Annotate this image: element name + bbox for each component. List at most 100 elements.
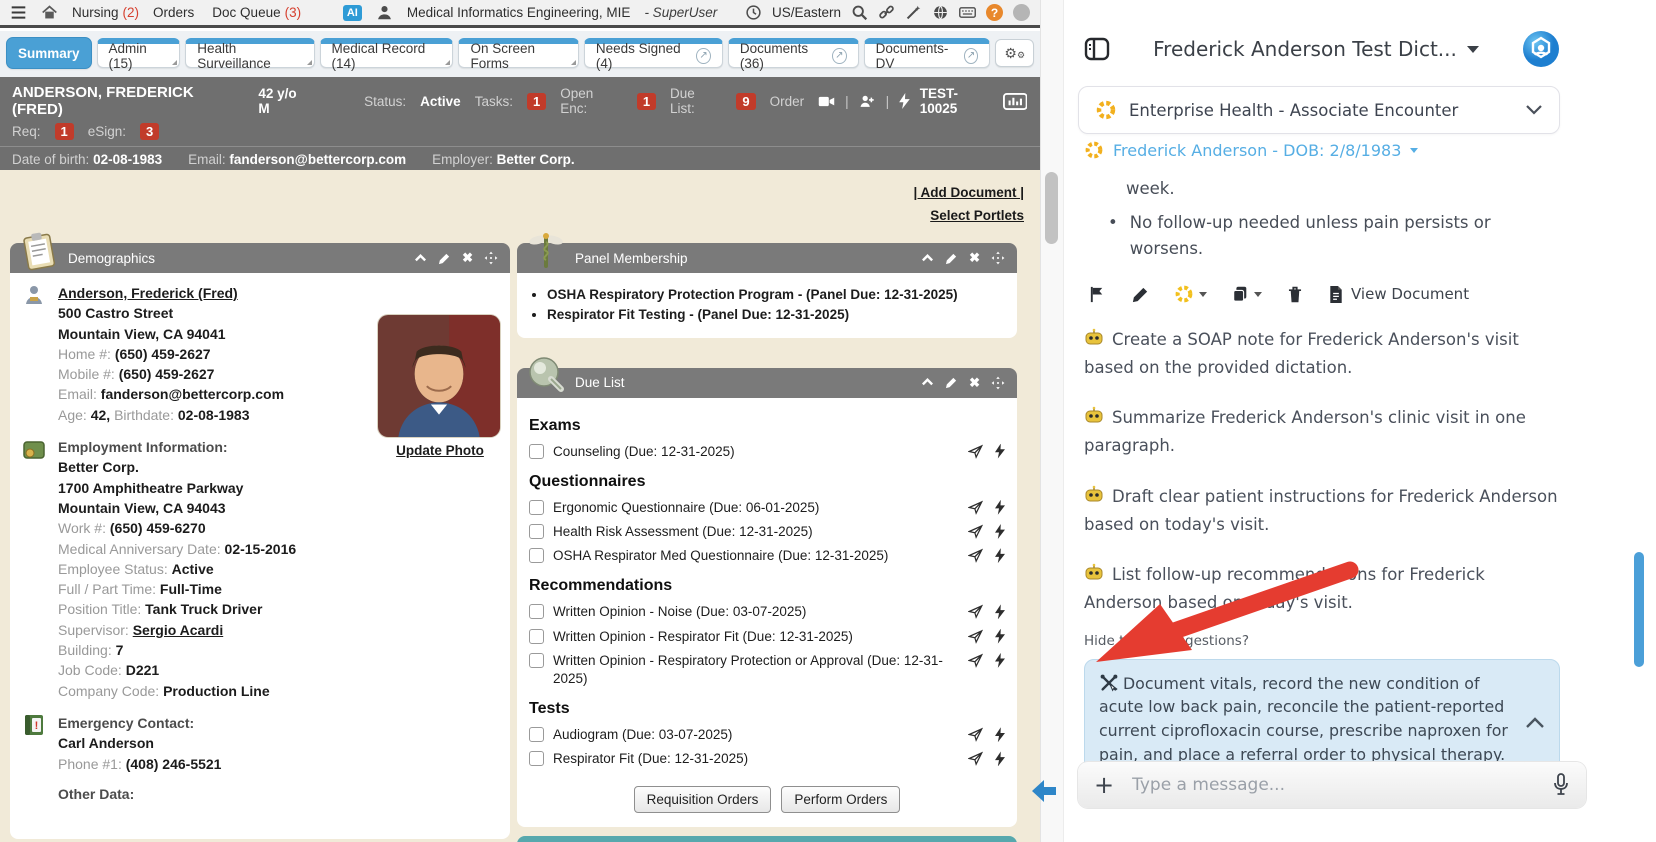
tab-documents-dv[interactable]: Documents-DV↗: [864, 38, 991, 68]
view-document-button[interactable]: View Document: [1328, 285, 1469, 304]
quick-action-bolt-icon[interactable]: [995, 727, 1005, 742]
quick-action-bolt-icon[interactable]: [995, 629, 1005, 644]
flag-icon[interactable]: [1088, 285, 1107, 304]
quick-action-bolt-icon[interactable]: [995, 604, 1005, 619]
keyboard-icon[interactable]: [959, 4, 976, 21]
session-title-dropdown[interactable]: Frederick Anderson Test Dict...: [1110, 37, 1522, 61]
send-icon[interactable]: [968, 653, 983, 668]
suggestion-item[interactable]: List follow-up recommendations for Frede…: [1084, 561, 1560, 617]
main-scrollbar-thumb[interactable]: [1045, 172, 1058, 244]
quick-action-bolt-icon[interactable]: [995, 653, 1005, 668]
open-external-icon[interactable]: ↗: [696, 48, 711, 64]
requisition-orders-button[interactable]: Requisition Orders: [634, 786, 772, 813]
due-list-count-badge[interactable]: 9: [736, 93, 755, 110]
send-icon[interactable]: [968, 727, 983, 742]
quick-action-bolt-icon[interactable]: [995, 751, 1005, 766]
send-icon[interactable]: [968, 548, 983, 563]
checkbox[interactable]: [529, 727, 544, 742]
globe-icon[interactable]: [932, 4, 949, 21]
tasks-count-badge[interactable]: 1: [527, 93, 546, 110]
checkbox[interactable]: [529, 548, 544, 563]
tab-admin[interactable]: Admin (15): [97, 38, 181, 68]
demographics-portlet-header[interactable]: Demographics ✖: [10, 243, 510, 273]
add-document-link[interactable]: | Add Document |: [913, 182, 1024, 205]
sidebar-scrollbar-thumb[interactable]: [1634, 552, 1644, 667]
tab-summary[interactable]: Summary: [6, 37, 92, 69]
copy-menu[interactable]: [1231, 285, 1262, 303]
suggestion-item[interactable]: Create a SOAP note for Frederick Anderso…: [1084, 326, 1560, 382]
hide-suggestions-link[interactable]: Hide these suggestions?: [1084, 633, 1560, 649]
send-icon[interactable]: [968, 604, 983, 619]
nav-orders[interactable]: Orders: [153, 5, 198, 20]
checkbox[interactable]: [529, 524, 544, 539]
collapse-icon[interactable]: [921, 376, 934, 389]
edit-pencil-icon[interactable]: [1131, 285, 1150, 304]
chevron-up-icon[interactable]: [1525, 712, 1545, 736]
link-icon[interactable]: [878, 4, 895, 21]
edit-icon[interactable]: [945, 376, 958, 389]
quick-action-bolt-icon[interactable]: [995, 548, 1005, 563]
tab-on-screen-forms[interactable]: On Screen Forms: [458, 38, 578, 68]
due-list-header[interactable]: Due List ✖: [517, 368, 1017, 398]
send-icon[interactable]: [968, 500, 983, 515]
edit-icon[interactable]: [438, 252, 451, 265]
close-icon[interactable]: ✖: [462, 250, 473, 266]
panel-toggle-icon[interactable]: [1084, 36, 1110, 62]
select-portlets-link[interactable]: Select Portlets: [913, 205, 1024, 228]
move-icon[interactable]: [991, 251, 1005, 265]
encounter-selector[interactable]: Enterprise Health - Associate Encounter: [1078, 86, 1560, 134]
checkbox[interactable]: [529, 653, 544, 668]
help-icon[interactable]: ?: [986, 4, 1003, 21]
generate-menu[interactable]: [1174, 284, 1207, 304]
update-photo-link[interactable]: Update Photo: [396, 443, 484, 458]
checkbox[interactable]: [529, 604, 544, 619]
open-external-icon[interactable]: ↗: [964, 48, 979, 64]
quick-action-bolt-icon[interactable]: [995, 524, 1005, 539]
checkbox[interactable]: [529, 751, 544, 766]
suggestion-item[interactable]: Summarize Frederick Anderson's clinic vi…: [1084, 404, 1560, 460]
close-icon[interactable]: ✖: [969, 250, 980, 266]
tab-needs-signed[interactable]: Needs Signed (4)↗: [584, 38, 723, 68]
order-link[interactable]: Order: [770, 94, 805, 109]
edit-icon[interactable]: [945, 252, 958, 265]
quick-action-bolt-icon[interactable]: [995, 444, 1005, 459]
move-icon[interactable]: [484, 251, 498, 265]
open-enc-count-badge[interactable]: 1: [637, 93, 656, 110]
tab-medical-record[interactable]: Medical Record (14): [320, 38, 454, 68]
move-icon[interactable]: [991, 376, 1005, 390]
supervisor-link[interactable]: Sergio Acardi: [133, 622, 224, 638]
collapse-icon[interactable]: [414, 252, 427, 265]
wand-icon[interactable]: [905, 4, 922, 21]
close-icon[interactable]: ✖: [969, 375, 980, 391]
collapse-sidebar-arrow-icon[interactable]: [1028, 778, 1062, 804]
req-count-badge[interactable]: 1: [55, 123, 74, 140]
panel-membership-header[interactable]: Panel Membership ✖: [517, 243, 1017, 273]
hamburger-menu-icon[interactable]: [10, 4, 27, 21]
patient-name-link[interactable]: Anderson, Frederick (Fred): [58, 285, 238, 301]
esign-count-badge[interactable]: 3: [140, 123, 159, 140]
message-input[interactable]: [1132, 775, 1534, 795]
add-person-icon[interactable]: [859, 93, 876, 110]
search-icon[interactable]: [851, 4, 868, 21]
tab-documents[interactable]: Documents (36)↗: [728, 38, 859, 68]
send-icon[interactable]: [968, 629, 983, 644]
attach-plus-button[interactable]: +: [1094, 773, 1114, 797]
perform-orders-button[interactable]: Perform Orders: [781, 786, 900, 813]
user-avatar-placeholder[interactable]: [1013, 4, 1030, 21]
microphone-icon[interactable]: [1552, 773, 1570, 797]
quick-action-bolt-icon[interactable]: [995, 500, 1005, 515]
nav-nursing[interactable]: Nursing(2): [72, 5, 139, 20]
checkbox[interactable]: [529, 629, 544, 644]
trash-icon[interactable]: [1286, 285, 1304, 304]
patient-context-dropdown[interactable]: Frederick Anderson - DOB: 2/8/1983: [1084, 140, 1418, 160]
tab-settings-button[interactable]: ⚙⚙: [995, 39, 1034, 67]
nav-doc-queue[interactable]: Doc Queue(3): [212, 5, 301, 20]
checkbox[interactable]: [529, 500, 544, 515]
open-external-icon[interactable]: ↗: [832, 48, 847, 64]
send-icon[interactable]: [968, 524, 983, 539]
home-icon[interactable]: [41, 4, 58, 21]
send-icon[interactable]: [968, 444, 983, 459]
video-camera-icon[interactable]: [818, 93, 835, 110]
chart-stats-icon[interactable]: [1003, 93, 1028, 110]
send-icon[interactable]: [968, 751, 983, 766]
